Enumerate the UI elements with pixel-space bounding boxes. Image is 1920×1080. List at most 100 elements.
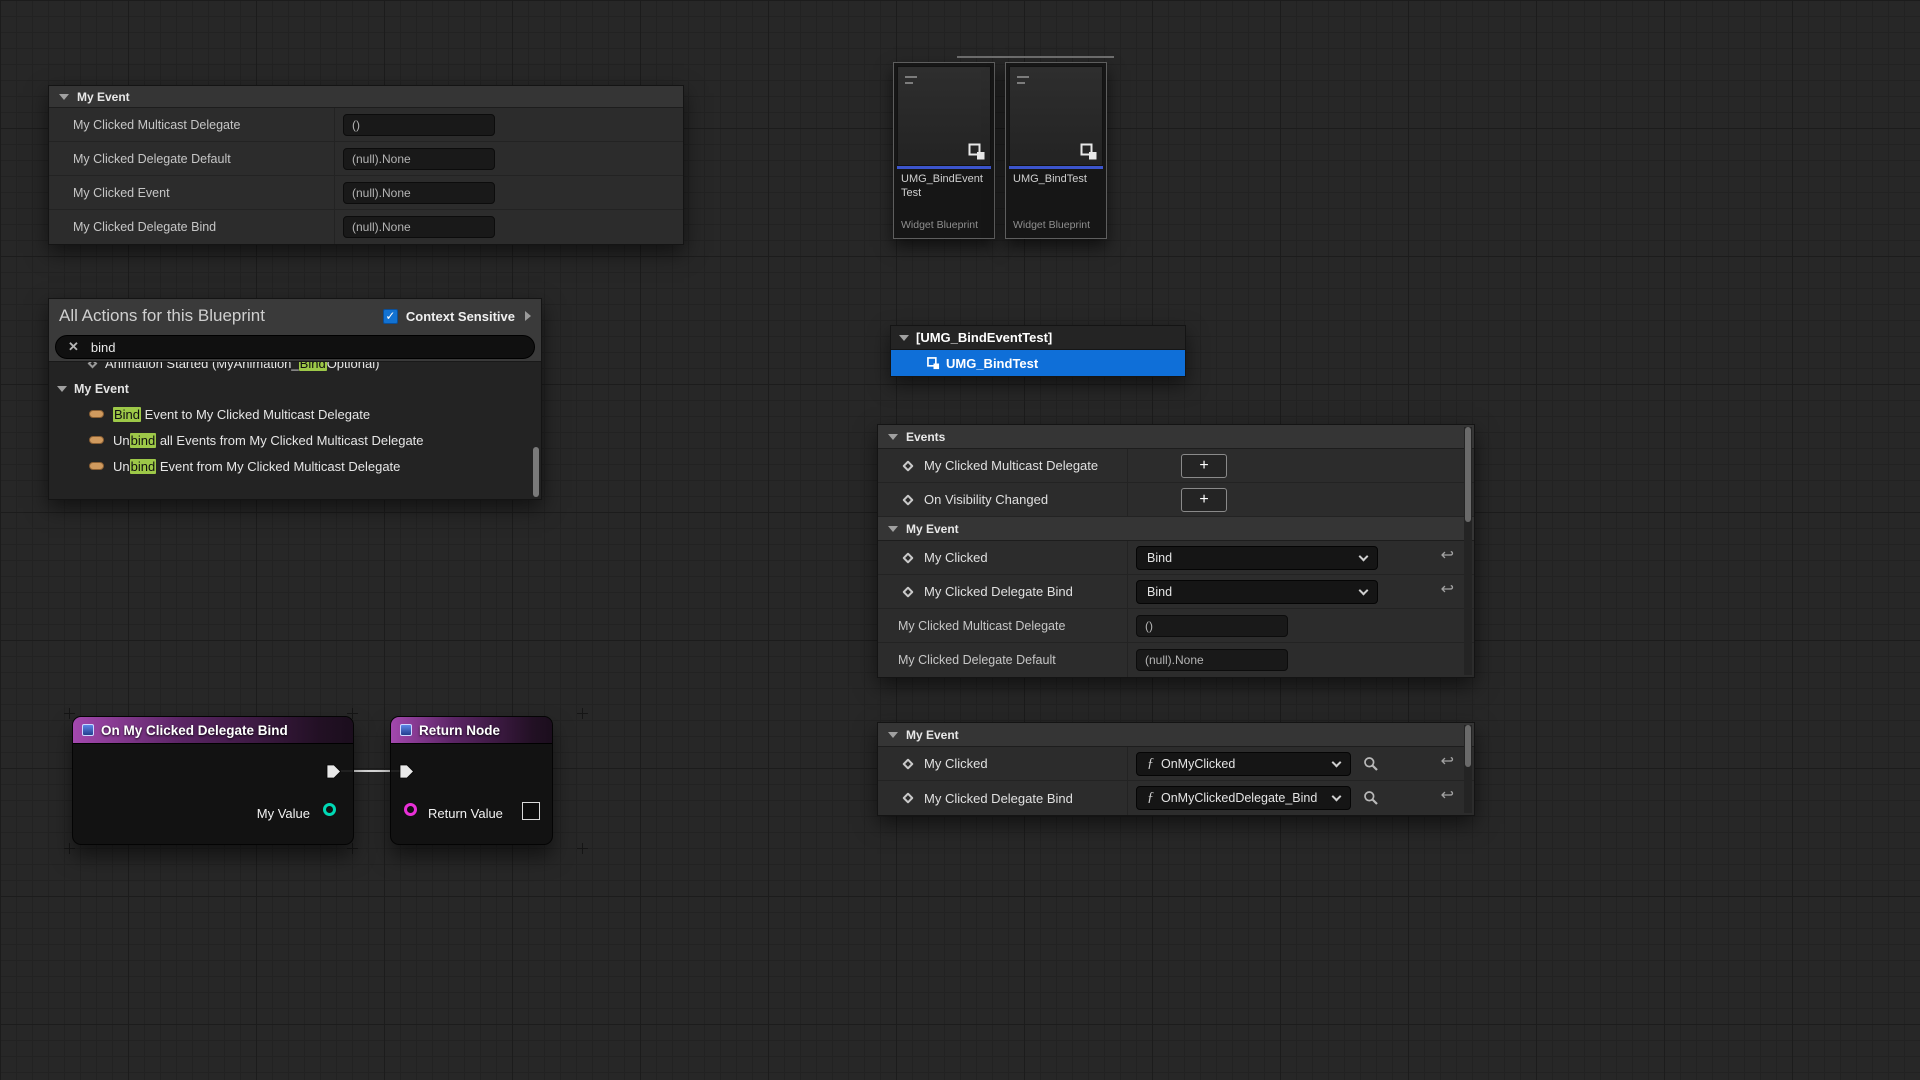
property-label: My Clicked Multicast Delegate — [73, 118, 240, 132]
event-label-cell: My Clicked — [878, 747, 1128, 780]
scrollbar-thumb[interactable] — [1465, 725, 1471, 767]
event-label: My Clicked Delegate Bind — [924, 791, 1073, 806]
bound-function-row: My Clicked Delegate Bind ƒ OnMyClickedDe… — [878, 781, 1474, 815]
panel-edge-line — [957, 56, 1114, 58]
property-row: My Clicked Event (null).None — [49, 176, 683, 210]
event-dispatcher-icon — [902, 494, 913, 505]
match-highlight: Bind — [299, 362, 327, 371]
reset-to-default-button[interactable]: ↩ — [1441, 548, 1454, 564]
hierarchy-root-label: [UMG_BindEventTest] — [916, 330, 1052, 345]
function-dropdown[interactable]: ƒ OnMyClicked — [1136, 752, 1351, 776]
event-icon — [88, 362, 98, 368]
reset-to-default-button[interactable]: ↩ — [1441, 788, 1454, 804]
event-bind-row: My Clicked Bind ↩ — [878, 541, 1474, 575]
chevron-down-icon — [1332, 757, 1342, 767]
asset-type: Widget Blueprint — [897, 219, 991, 235]
pin-label: My Value — [257, 806, 310, 821]
action-category-my-event[interactable]: My Event — [49, 377, 541, 401]
actions-menu-title: All Actions for this Blueprint — [59, 306, 375, 326]
property-value-field[interactable]: () — [1136, 615, 1288, 637]
clear-search-icon[interactable]: ✕ — [68, 339, 79, 355]
property-label-cell: My Clicked Delegate Default — [49, 142, 335, 175]
asset-thumbnail — [897, 66, 991, 166]
action-search-input[interactable]: ✕ bind — [55, 335, 535, 359]
property-value-field[interactable]: (null).None — [1136, 649, 1288, 671]
event-node-icon — [82, 724, 94, 736]
thumbnail-detail — [1017, 82, 1025, 84]
match-highlight: bind — [130, 433, 157, 448]
property-label: My Clicked Delegate Default — [73, 152, 231, 166]
scrollbar-thumb[interactable] — [533, 447, 539, 497]
add-event-button[interactable]: + — [1181, 488, 1227, 512]
scrollbar-thumb[interactable] — [1465, 427, 1471, 522]
browse-function-button[interactable] — [1363, 790, 1379, 806]
section-header-my-event[interactable]: My Event — [49, 86, 683, 108]
node-header[interactable]: Return Node — [391, 717, 552, 744]
asset-card-umg-bindeventtest[interactable]: UMG_BindEventTest Widget Blueprint — [893, 62, 995, 239]
reset-to-default-button[interactable]: ↩ — [1441, 582, 1454, 598]
exec-output-pin[interactable] — [326, 764, 342, 779]
action-item-animation-started[interactable]: Animation Started (MyAnimation_BindOptio… — [49, 362, 541, 376]
expand-options-icon[interactable] — [525, 311, 531, 321]
collapse-arrow-icon — [888, 732, 898, 738]
property-label-cell: My Clicked Multicast Delegate — [878, 609, 1128, 642]
property-label: My Clicked Delegate Bind — [73, 220, 216, 234]
property-value-field[interactable]: (null).None — [343, 182, 495, 204]
event-label: On Visibility Changed — [924, 492, 1048, 507]
reset-to-default-button[interactable]: ↩ — [1441, 754, 1454, 770]
scrollbar-track[interactable] — [1464, 725, 1472, 813]
property-row: My Clicked Multicast Delegate () — [878, 609, 1474, 643]
event-row: My Clicked Multicast Delegate + — [878, 449, 1474, 483]
checkmark-icon: ✓ — [385, 309, 395, 323]
property-label-cell: My Clicked Delegate Bind — [49, 210, 335, 244]
return-node[interactable]: Return Node Return Value — [390, 716, 553, 845]
details-panel-selected-widget: Events My Clicked Multicast Delegate + O… — [877, 424, 1475, 678]
function-dropdown[interactable]: ƒ OnMyClickedDelegate_Bind — [1136, 786, 1351, 810]
thumbnail-detail — [905, 82, 913, 84]
browse-function-button[interactable] — [1363, 756, 1379, 772]
event-label-cell: My Clicked Delegate Bind — [878, 575, 1128, 608]
my-event-section-header[interactable]: My Event — [878, 723, 1474, 747]
property-value-field[interactable]: (null).None — [343, 148, 495, 170]
event-node-on-my-clicked-delegate-bind[interactable]: On My Clicked Delegate Bind My Value — [72, 716, 354, 845]
hierarchy-selected-row[interactable]: UMG_BindTest — [891, 350, 1185, 376]
property-value-field[interactable]: (null).None — [343, 216, 495, 238]
node-title: On My Clicked Delegate Bind — [101, 723, 288, 738]
scrollbar-track[interactable] — [1464, 427, 1472, 675]
asset-card-umg-bindtest[interactable]: UMG_BindTest Widget Blueprint — [1005, 62, 1107, 239]
action-item-unbind-event[interactable]: Unbind Event from My Clicked Multicast D… — [49, 453, 541, 479]
widget-hierarchy-panel: [UMG_BindEventTest] UMG_BindTest — [890, 325, 1186, 377]
asset-name: UMG_BindEventTest — [897, 169, 991, 201]
bind-dropdown[interactable]: Bind — [1136, 546, 1378, 570]
value-input-pin[interactable] — [404, 803, 417, 816]
events-section-header[interactable]: Events — [878, 425, 1474, 449]
widget-blueprint-icon — [968, 143, 986, 161]
action-text: Unbind all Events from My Clicked Multic… — [113, 433, 424, 448]
bind-dropdown[interactable]: Bind — [1136, 580, 1378, 604]
chevron-down-icon — [1332, 792, 1342, 802]
exec-input-pin[interactable] — [399, 764, 415, 779]
action-text: Animation Started (MyAnimation_BindOptio… — [105, 362, 379, 371]
value-output-pin[interactable] — [323, 803, 336, 816]
property-value-field[interactable]: () — [343, 114, 495, 136]
thumbnail-detail — [1017, 76, 1029, 78]
actions-menu-titlebar[interactable]: All Actions for this Blueprint ✓ Context… — [49, 299, 541, 333]
grid-cross — [577, 843, 588, 854]
collapse-arrow-icon — [888, 434, 898, 440]
node-header[interactable]: On My Clicked Delegate Bind — [73, 717, 353, 744]
action-item-bind-event[interactable]: Bind Event to My Clicked Multicast Deleg… — [49, 401, 541, 427]
chevron-down-icon — [1359, 585, 1369, 595]
grid-cross — [64, 708, 75, 719]
blueprint-editor: My Event My Clicked Multicast Delegate (… — [0, 0, 1920, 1080]
action-item-unbind-all[interactable]: Unbind all Events from My Clicked Multic… — [49, 427, 541, 453]
event-label-cell: My Clicked Delegate Bind — [878, 781, 1128, 815]
asset-name: UMG_BindTest — [1009, 169, 1103, 187]
context-sensitive-checkbox[interactable]: ✓ — [383, 309, 398, 324]
hierarchy-root-row[interactable]: [UMG_BindEventTest] — [891, 326, 1185, 350]
event-label-cell: My Clicked Multicast Delegate — [878, 449, 1128, 482]
my-event-section-header[interactable]: My Event — [878, 517, 1474, 541]
bool-default-checkbox[interactable] — [522, 802, 540, 820]
add-event-button[interactable]: + — [1181, 454, 1227, 478]
event-label-cell: My Clicked — [878, 541, 1128, 574]
widget-blueprint-icon — [927, 357, 940, 370]
